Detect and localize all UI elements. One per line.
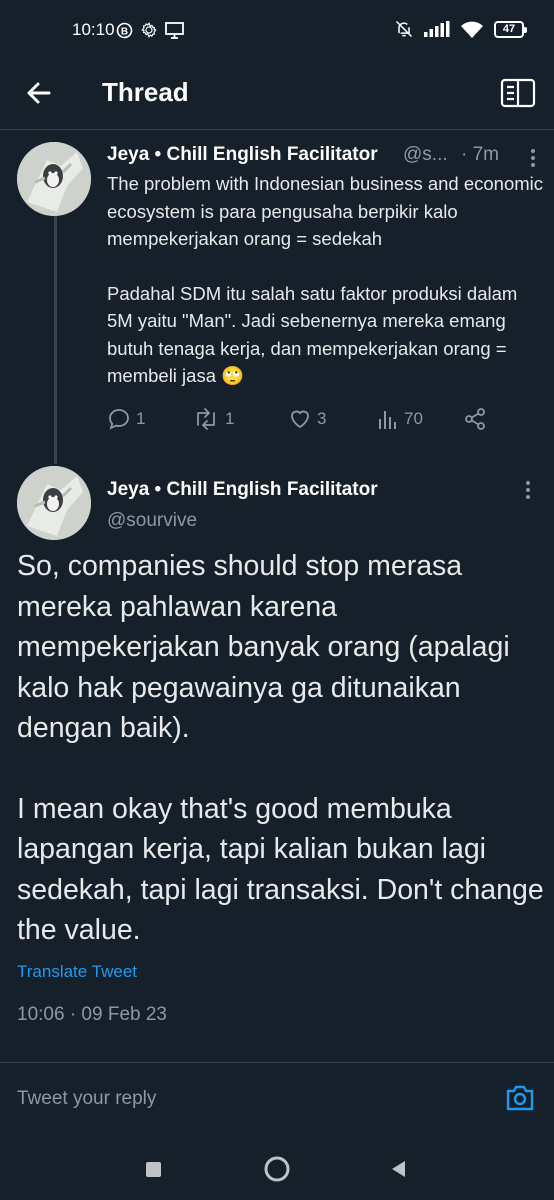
penguin-avatar-icon (17, 142, 91, 216)
system-nav-bar (0, 1134, 554, 1200)
parent-tweet-text: The problem with Indonesian business and… (107, 173, 549, 386)
reader-mode-button[interactable] (498, 74, 538, 112)
like-button[interactable]: 3 (288, 407, 326, 431)
b-badge-icon: B (116, 22, 133, 38)
reader-book-icon (500, 78, 536, 108)
battery-icon: 47 (494, 20, 527, 38)
tweet-time: · 7m (461, 144, 500, 165)
parent-tweet-header: Jeya • Chill English Facilitator @s... ·… (107, 144, 537, 170)
reply-input[interactable] (17, 1083, 477, 1115)
back-arrow-icon (27, 82, 51, 104)
retweet-icon (197, 408, 215, 430)
triangle-back-icon (392, 1161, 405, 1177)
square-icon (146, 1162, 161, 1177)
more-options-button[interactable] (520, 480, 536, 500)
reply-button[interactable]: 1 (107, 407, 145, 431)
penguin-avatar-icon (17, 466, 91, 540)
svg-text:B: B (121, 26, 128, 37)
author-name[interactable]: Jeya • Chill English Facilitator (107, 144, 378, 166)
reply-bubble-icon (109, 409, 129, 430)
signal-icon (424, 21, 450, 37)
wifi-icon (461, 21, 483, 38)
camera-icon (506, 1085, 534, 1111)
retweet-button[interactable]: 1 (192, 407, 234, 431)
main-tweet-text: So, companies should stop merasa mereka … (17, 550, 552, 946)
author-handle[interactable]: @sourvive (107, 510, 197, 532)
more-vertical-icon (526, 481, 530, 499)
recents-button[interactable] (138, 1154, 168, 1184)
back-nav-button[interactable] (384, 1154, 414, 1184)
heart-icon (291, 410, 309, 429)
monitor-icon (165, 21, 184, 39)
circle-icon (264, 1156, 290, 1182)
more-options-button[interactable] (525, 148, 541, 168)
share-button[interactable] (463, 407, 487, 431)
tweet-actions: 1 1 3 70 (107, 407, 507, 437)
views-chart-icon (379, 411, 396, 429)
home-button[interactable] (262, 1154, 292, 1184)
status-time: 10:10 (72, 20, 115, 39)
camera-button[interactable] (504, 1083, 536, 1113)
thread-connector-line (54, 216, 57, 464)
avatar[interactable] (17, 142, 91, 216)
author-name[interactable]: Jeya • Chill English Facilitator (107, 479, 378, 501)
back-button[interactable] (20, 75, 60, 111)
bell-muted-icon (395, 20, 413, 38)
more-vertical-icon (531, 149, 535, 167)
tweet-timestamp: 10:06 · 09 Feb 23 (17, 1004, 167, 1025)
share-icon (465, 408, 485, 430)
header: Thread (0, 60, 554, 130)
gear-icon (141, 22, 157, 38)
page-title: Thread (102, 77, 189, 107)
status-bar: 10:10 B 47 (0, 0, 554, 60)
author-handle[interactable]: @s... (403, 144, 448, 166)
reply-bar (0, 1062, 554, 1134)
translate-tweet-link[interactable]: Translate Tweet (17, 962, 137, 982)
avatar[interactable] (17, 466, 91, 540)
views-button[interactable]: 70 (377, 407, 423, 431)
